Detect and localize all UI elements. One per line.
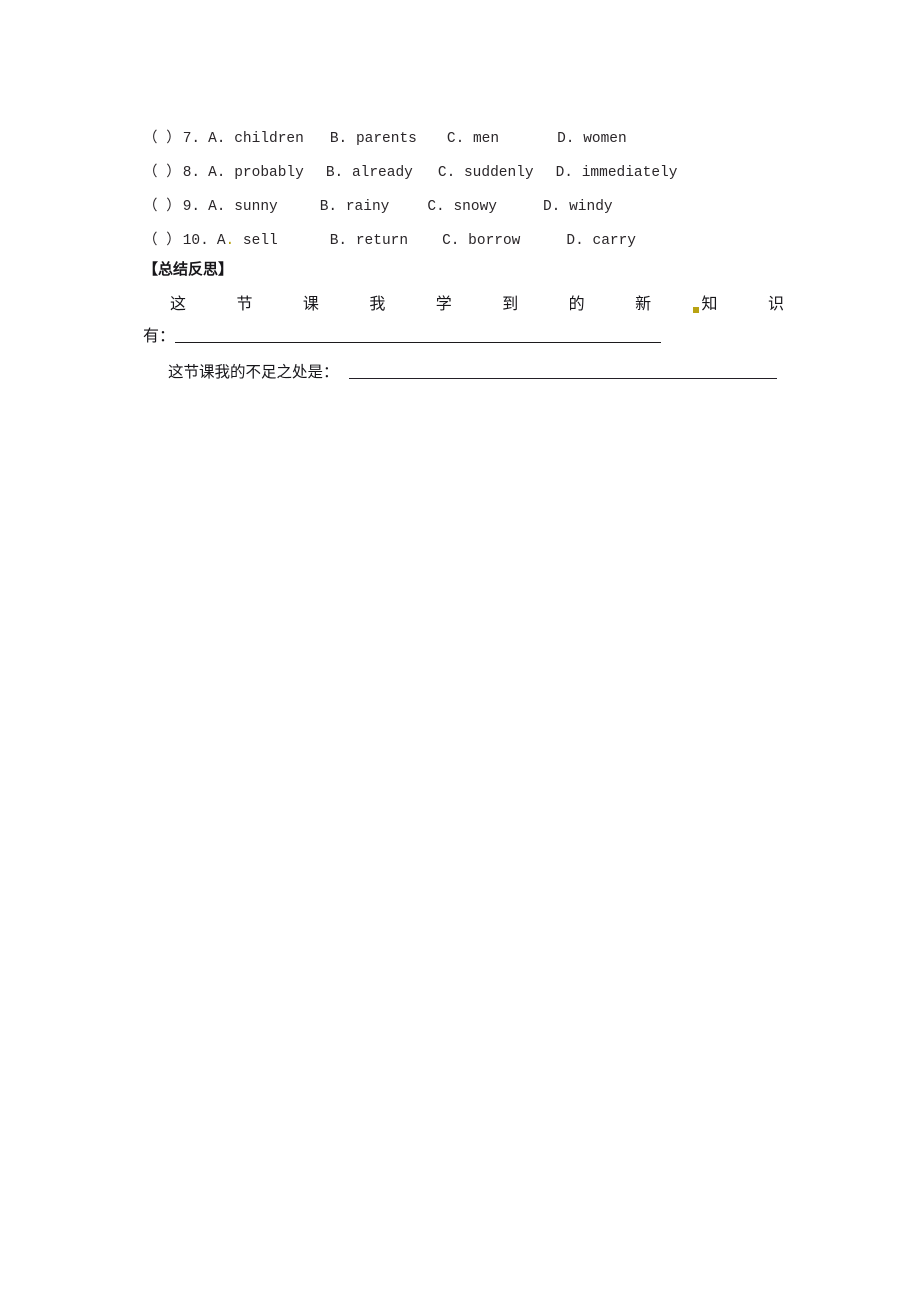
question-number: 9. — [182, 199, 201, 215]
option-b[interactable]: B. already — [326, 156, 413, 190]
option-c-letter: C. — [427, 199, 445, 215]
option-a-text: sunny — [234, 199, 278, 215]
option-b-letter: B. — [329, 131, 348, 147]
option-a-letter: A — [216, 233, 226, 249]
option-c[interactable]: C. borrow — [442, 224, 520, 258]
option-c[interactable]: C. men — [447, 122, 499, 156]
option-c-letter: C. — [442, 233, 460, 249]
option-b-letter: B. — [325, 165, 344, 181]
answer-bracket[interactable]: （ ） — [143, 156, 181, 190]
reflection-char-10: 识 — [767, 294, 784, 313]
option-b-letter: B. — [329, 233, 348, 249]
question-number: 7. — [182, 131, 201, 147]
option-c[interactable]: C. snowy — [427, 190, 497, 224]
answer-bracket[interactable]: （ ） — [143, 122, 181, 156]
option-b[interactable]: B. rainy — [320, 190, 390, 224]
option-c-text: borrow — [468, 233, 521, 249]
option-d-text: windy — [569, 199, 613, 215]
reflection-char-9: 知 — [692, 290, 718, 314]
answer-bracket[interactable]: （ ） — [143, 224, 181, 258]
reflection-prompt-line2-text: 这节课我的不足之处是： — [168, 363, 339, 381]
option-d-text: women — [583, 131, 627, 147]
reflection-prompt-line2: 这节课我的不足之处是： — [168, 360, 777, 382]
scan-artifact-dot: . — [225, 233, 235, 249]
question-number: 8. — [182, 165, 201, 181]
option-a-text: probably — [234, 165, 304, 181]
reflection-char-3: 课 — [302, 294, 319, 313]
reflection-prompt-line1-continuation: 有： — [143, 322, 662, 346]
reflection-char-1: 这 — [170, 294, 187, 313]
question-row-8: （ ） 8. A. probably B. already C. suddenly D. … — [143, 156, 843, 190]
option-a-text: children — [234, 131, 304, 147]
reflection-char-4: 我 — [369, 294, 386, 313]
document-page: （ ） 7. A. children B. parents C. men D. women… — [0, 0, 920, 1302]
scan-artifact-square — [692, 307, 699, 313]
option-d-text: immediately — [581, 165, 678, 181]
option-c-text: suddenly — [463, 165, 534, 181]
option-b-text: already — [351, 165, 413, 181]
question-row-9: （ ） 9. A. sunny B. rainy C. snowy D. windy — [143, 190, 843, 224]
option-d-letter: D. — [542, 199, 561, 215]
option-a[interactable]: A. sunny — [208, 190, 278, 224]
option-a-letter: A. — [208, 131, 226, 147]
answer-bracket[interactable]: （ ） — [143, 190, 181, 224]
multiple-choice-list: （ ） 7. A. children B. parents C. men D. women… — [143, 122, 843, 258]
option-d-letter: D. — [557, 131, 575, 147]
option-c-text: snowy — [453, 199, 497, 215]
option-a-letter: A. — [208, 199, 226, 215]
option-c-letter: C. — [446, 131, 465, 147]
option-d-letter: D. — [555, 165, 574, 181]
option-b-text: rainy — [345, 199, 390, 215]
reflection-prompt-line1: 这 节 课 我 学 到 的 新 知 识 — [170, 290, 784, 314]
option-b[interactable]: B. parents — [330, 122, 417, 156]
option-a[interactable]: A. probably — [208, 156, 304, 190]
reflection-char-5: 学 — [435, 294, 452, 313]
option-b[interactable]: B. return — [330, 224, 408, 258]
answer-blank-line-2[interactable] — [348, 378, 777, 379]
reflection-continuation-text: 有： — [143, 326, 176, 345]
question-row-10: （ ） 10. A. sell B. return C. borrow D. carry — [143, 224, 843, 258]
reflection-char-2: 节 — [236, 294, 253, 313]
section-heading-summary-reflection: 【总结反思】 — [143, 260, 234, 278]
option-c-letter: C. — [437, 165, 456, 181]
option-b-text: parents — [355, 131, 417, 147]
reflection-char-9-glyph: 知 — [701, 294, 718, 313]
option-a-text: sell — [242, 233, 278, 249]
option-a[interactable]: A. children — [208, 122, 304, 156]
reflection-char-6: 到 — [502, 294, 519, 313]
option-c[interactable]: C. suddenly — [438, 156, 534, 190]
question-number: 10. — [182, 233, 209, 249]
option-d-text: carry — [592, 233, 637, 249]
option-d[interactable]: D. immediately — [556, 156, 678, 190]
reflection-char-7: 的 — [568, 294, 585, 313]
answer-blank-line-1[interactable] — [175, 342, 662, 343]
option-d[interactable]: D. carry — [566, 224, 636, 258]
reflection-char-8: 新 — [635, 294, 652, 313]
option-b-text: return — [355, 233, 409, 249]
option-d-letter: D. — [566, 233, 584, 249]
question-row-7: （ ） 7. A. children B. parents C. men D. women — [143, 122, 843, 156]
option-b-letter: B. — [319, 199, 338, 215]
option-d[interactable]: D. windy — [543, 190, 613, 224]
option-c-text: men — [472, 131, 500, 147]
option-a[interactable]: A. sell — [217, 224, 278, 258]
option-d[interactable]: D. women — [557, 122, 627, 156]
option-a-letter: A. — [208, 165, 226, 181]
